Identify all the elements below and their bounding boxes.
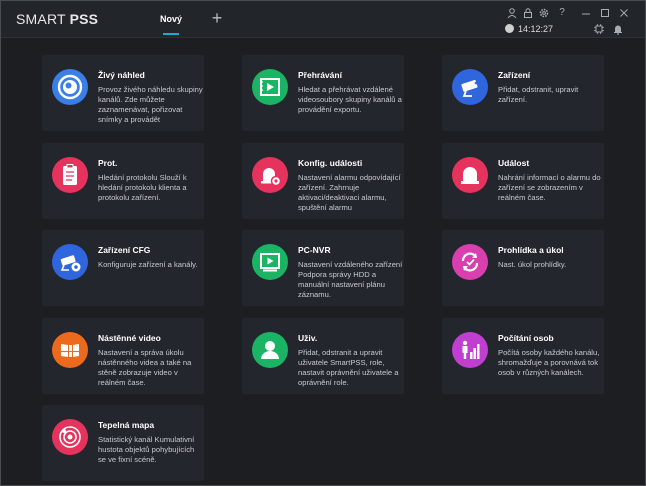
module-description: Nahrání informací o alarmu do zařízení s… xyxy=(498,173,601,202)
module-description: Statistický kanál Kumulativní hustota ob… xyxy=(98,435,195,464)
module-tile[interactable]: Prot. Hledání protokolu Slouží k hledání … xyxy=(42,143,204,219)
module-description: Hledat a přehrávat vzdálené videosoubory… xyxy=(298,85,402,114)
system-clock: 14:12:27 xyxy=(505,23,575,35)
playback-icon xyxy=(252,69,288,105)
help-icon[interactable]: ? xyxy=(556,7,568,19)
module-title: Tepelná mapa xyxy=(98,420,155,430)
clipboard-log-icon xyxy=(52,157,88,193)
module-tile[interactable]: Konfig. události Nastavení alarmu odpovíd… xyxy=(242,143,404,219)
module-tile[interactable]: Počítání osob Počítá osoby každého kanálu… xyxy=(442,318,604,394)
module-tile[interactable]: Zařízení Přidat, odstranit, upravit zaříz… xyxy=(442,55,604,131)
pc-nvr-icon xyxy=(252,244,288,280)
event-config-icon xyxy=(252,157,288,193)
active-tab-indicator xyxy=(163,33,179,35)
module-description: Provoz živého náhledu skupiny kanálů. Zd… xyxy=(98,85,203,124)
module-title: Živý náhled xyxy=(98,70,145,80)
module-description: Nastavení alarmu odpovídající zařízení. … xyxy=(298,173,401,212)
gear-icon[interactable] xyxy=(538,7,550,19)
module-tile[interactable]: Událost Nahrání informací o alarmu do zař… xyxy=(442,143,604,219)
module-tile[interactable]: Nástěnné video Nastavení a správa úkolu n… xyxy=(42,318,204,394)
module-title: Zařízení CFG xyxy=(98,245,151,255)
module-description: Přidat, odstranit, upravit zařízení. xyxy=(498,85,579,104)
device-camera-icon xyxy=(452,69,488,105)
module-description: Nast. úkol prohlídky. xyxy=(498,260,567,269)
people-counting-icon xyxy=(452,332,488,368)
module-tile[interactable]: Uživ. Přidat, odstranit a upravit uživate… xyxy=(242,318,404,394)
module-tile[interactable]: PC-NVR Nastavení vzdáleného zařízení Podp… xyxy=(242,230,404,306)
module-title: Přehrávání xyxy=(298,70,342,80)
module-title: Zařízení xyxy=(498,70,531,80)
module-description: Nastavení vzdáleného zařízení Podpora sp… xyxy=(298,260,403,299)
module-title: Prot. xyxy=(98,158,118,168)
live-view-icon xyxy=(52,69,88,105)
module-title: Uživ. xyxy=(298,333,318,343)
tour-task-icon xyxy=(452,244,488,280)
module-title: Nástěnné video xyxy=(98,333,161,343)
module-description: Hledání protokolu Slouží k hledání proto… xyxy=(98,173,187,202)
module-title: Prohlídka a úkol xyxy=(498,245,564,255)
module-tile[interactable]: Tepelná mapa Statistický kanál Kumulativn… xyxy=(42,405,204,481)
heat-map-icon xyxy=(52,419,88,455)
module-description: Počítá osoby každého kanálu, shromažďuje… xyxy=(498,348,600,377)
module-grid: Živý náhled Provoz živého náhledu skupiny… xyxy=(5,38,641,481)
module-tile[interactable]: Živý náhled Provoz živého náhledu skupiny… xyxy=(42,55,204,131)
cpu-status-icon[interactable] xyxy=(593,23,605,35)
add-tab-icon[interactable]: + xyxy=(209,9,225,27)
app-logo: SMART PSS xyxy=(16,11,99,27)
close-icon[interactable] xyxy=(618,7,630,19)
lock-icon[interactable] xyxy=(522,7,534,19)
module-title: PC-NVR xyxy=(298,245,331,255)
minimize-icon[interactable] xyxy=(580,7,592,19)
clock-icon xyxy=(505,24,514,33)
module-title: Událost xyxy=(498,158,530,168)
title-bar: SMART PSS Nový + ? 14:12:27 xyxy=(1,1,645,38)
tab-label: Nový xyxy=(159,14,182,24)
tab-new[interactable]: Nový xyxy=(149,1,193,35)
notification-bell-icon[interactable] xyxy=(612,23,624,35)
user-icon xyxy=(252,332,288,368)
maximize-icon[interactable] xyxy=(599,7,611,19)
user-icon[interactable] xyxy=(506,7,518,19)
module-description: Konfiguruje zařízení a kanály. xyxy=(98,260,198,269)
module-tile[interactable]: Přehrávání Hledat a přehrávat vzdálené vi… xyxy=(242,55,404,131)
module-tile[interactable]: Prohlídka a úkol Nast. úkol prohlídky. xyxy=(442,230,604,306)
module-title: Konfig. události xyxy=(298,158,363,168)
module-description: Nastavení a správa úkolu nástěnného vide… xyxy=(98,348,192,387)
module-title: Počítání osob xyxy=(498,333,554,343)
device-config-icon xyxy=(52,244,88,280)
app-window: SMART PSS Nový + ? 14:12:27 Živý náhled … xyxy=(0,0,646,486)
module-tile[interactable]: Zařízení CFG Konfiguruje zařízení a kanál… xyxy=(42,230,204,306)
video-wall-icon xyxy=(52,332,88,368)
module-description: Přidat, odstranit a upravit uživatele Sm… xyxy=(298,348,399,387)
alarm-icon xyxy=(452,157,488,193)
